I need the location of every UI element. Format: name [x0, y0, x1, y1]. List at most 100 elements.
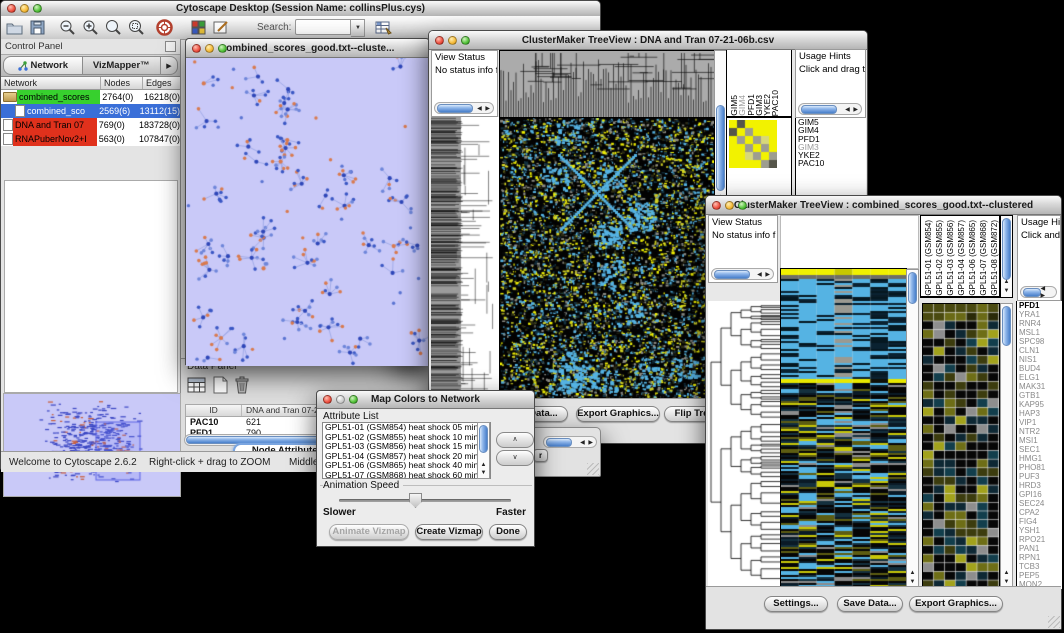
minimize-button[interactable] — [20, 4, 29, 13]
column-label[interactable]: GPL51-01 (GSM854) — [923, 220, 934, 296]
column-label[interactable]: GPL51-07 (GSM868) — [978, 220, 989, 296]
gene-label[interactable]: MSL1 — [1017, 328, 1062, 337]
hscroll-arrows-icon[interactable] — [580, 439, 594, 446]
treeview2-titlebar[interactable]: ClusterMaker TreeView : combined_scores_… — [706, 196, 1061, 215]
scroll-up-icon[interactable] — [1001, 278, 1012, 286]
animate-vizmap-button[interactable]: Animate Vizmap — [329, 524, 409, 540]
dialog-titlebar[interactable]: Map Colors to Network — [317, 391, 534, 409]
global-heatmap-canvas[interactable] — [499, 117, 715, 401]
scroll-up-icon[interactable] — [907, 569, 918, 577]
network-overview-panel[interactable] — [3, 393, 181, 497]
network-list-row[interactable]: DNA and Tran 07769(0)183728(0) — [1, 118, 180, 132]
network-graph-canvas[interactable] — [186, 58, 429, 366]
gene-label[interactable]: RPO21 — [1017, 535, 1062, 544]
network-list-row[interactable]: RNAPuberNov2+I563(0)107847(0) — [1, 132, 180, 146]
vscroll-thumb[interactable] — [1002, 218, 1011, 280]
zoom-heatmap-canvas[interactable] — [922, 303, 1000, 590]
select-attributes-icon[interactable] — [187, 376, 207, 399]
annotation-icon[interactable] — [211, 18, 231, 37]
zoom-heatmap-vscrollbar[interactable] — [1000, 303, 1013, 589]
gene-label[interactable]: HRD3 — [1017, 481, 1062, 490]
treeview1-titlebar[interactable]: ClusterMaker TreeView : DNA and Tran 07-… — [429, 31, 867, 50]
search-dropdown-icon[interactable] — [351, 19, 365, 37]
gene-label[interactable]: SEC1 — [1017, 445, 1062, 454]
vscroll-thumb[interactable] — [716, 105, 725, 191]
hscroll-arrows-icon[interactable] — [477, 105, 491, 112]
view-status-hscrollbar[interactable] — [711, 268, 774, 280]
tab-vizmapper[interactable]: VizMapper™ — [83, 56, 162, 75]
gene-label[interactable]: SEC24 — [1017, 499, 1062, 508]
scroll-up-icon[interactable] — [478, 461, 489, 469]
speed-slider-thumb[interactable] — [409, 493, 422, 508]
gene-label[interactable]: NTR2 — [1017, 427, 1062, 436]
vscroll-thumb[interactable] — [1002, 306, 1011, 346]
gene-label[interactable]: SPC98 — [1017, 337, 1062, 346]
row-dendrogram-canvas[interactable] — [431, 117, 499, 401]
row-dendrogram-canvas[interactable] — [708, 301, 780, 589]
network-list-row[interactable]: combined_sco2569(6)13112(15) — [1, 104, 180, 118]
attr-column-id[interactable]: ID — [186, 405, 242, 416]
zoom-out-icon[interactable] — [57, 18, 77, 37]
gene-label[interactable]: PEP5 — [1017, 571, 1062, 580]
delete-attribute-trash-icon[interactable] — [234, 376, 250, 399]
search-input[interactable] — [295, 19, 351, 35]
export-graphics-button[interactable]: Export Graphics... — [576, 406, 660, 422]
gene-label[interactable]: PHO81 — [1017, 463, 1062, 472]
tab-network[interactable]: Network — [3, 56, 83, 75]
done-button[interactable]: Done — [489, 524, 527, 540]
view-status-hscrollbar[interactable] — [434, 102, 494, 114]
gene-label[interactable]: VIP1 — [1017, 418, 1062, 427]
gene-label[interactable]: ELG1 — [1017, 373, 1062, 382]
save-icon[interactable] — [27, 18, 47, 37]
column-dendrogram-panel[interactable] — [780, 215, 919, 269]
fragment-button[interactable]: r — [533, 449, 548, 462]
new-attribute-icon[interactable] — [213, 376, 228, 399]
export-graphics-button[interactable]: Export Graphics... — [909, 596, 1003, 612]
global-heatmap-canvas[interactable] — [780, 268, 907, 590]
gene-label[interactable]: PAC10 — [796, 159, 866, 167]
gene-label[interactable]: HMG1 — [1017, 454, 1062, 463]
zoom-heatmap-matrix-canvas[interactable] — [729, 120, 777, 168]
gene-label[interactable]: MAK31 — [1017, 382, 1062, 391]
vscroll-thumb[interactable] — [479, 425, 488, 453]
resize-grip[interactable] — [587, 463, 599, 475]
global-heatmap-vscrollbar[interactable] — [906, 269, 919, 589]
hscroll-thumb[interactable] — [437, 104, 473, 113]
network-view-titlebar[interactable]: combined_scores_good.txt--cluste... — [186, 39, 429, 58]
column-label[interactable]: GPL51-03 (GSM856) — [945, 220, 956, 296]
close-button[interactable] — [712, 201, 721, 210]
zoom-button[interactable] — [349, 395, 358, 404]
gene-label[interactable]: CPA2 — [1017, 508, 1062, 517]
speed-slider-track[interactable] — [339, 499, 511, 502]
gene-label[interactable]: YRA1 — [1017, 310, 1062, 319]
hscroll-thumb[interactable] — [1023, 288, 1041, 297]
zoom-selected-icon[interactable] — [126, 18, 146, 37]
column-label[interactable]: GPL51-02 (GSM855) — [934, 220, 945, 296]
gene-label[interactable]: PAN1 — [1017, 544, 1062, 553]
gene-label[interactable]: FIG4 — [1017, 517, 1062, 526]
open-file-icon[interactable] — [4, 18, 24, 37]
column-dendrogram-canvas[interactable] — [499, 50, 715, 119]
column-header-nodes[interactable]: Nodes — [101, 77, 143, 89]
column-label[interactable]: PAC10 — [771, 90, 779, 116]
column-labels-vscrollbar[interactable] — [1000, 215, 1013, 298]
zoom-button[interactable] — [33, 4, 42, 13]
scroll-down-icon[interactable] — [1001, 287, 1012, 295]
column-header-edges[interactable]: Edges — [143, 77, 180, 89]
zoom-fit-icon[interactable] — [103, 18, 123, 37]
network-list-row[interactable]: combined_scores2764(0)16218(0) — [1, 90, 180, 104]
fragment-hscrollbar[interactable] — [543, 436, 597, 448]
gene-label[interactable]: GTB1 — [1017, 391, 1062, 400]
move-down-button[interactable]: ∨ — [496, 450, 534, 466]
hscroll-arrows-icon[interactable] — [845, 106, 859, 113]
column-header-network[interactable]: Network — [1, 77, 101, 89]
close-button[interactable] — [7, 4, 16, 13]
hscroll-thumb[interactable] — [546, 438, 572, 447]
gene-label[interactable]: HAP3 — [1017, 409, 1062, 418]
hscroll-thumb[interactable] — [714, 270, 750, 279]
close-button[interactable] — [192, 44, 201, 53]
gene-label[interactable]: RPN1 — [1017, 553, 1062, 562]
gene-label[interactable]: BUD4 — [1017, 364, 1062, 373]
create-vizmap-button[interactable]: Create Vizmap — [415, 524, 483, 540]
gene-label[interactable]: PUF3 — [1017, 472, 1062, 481]
